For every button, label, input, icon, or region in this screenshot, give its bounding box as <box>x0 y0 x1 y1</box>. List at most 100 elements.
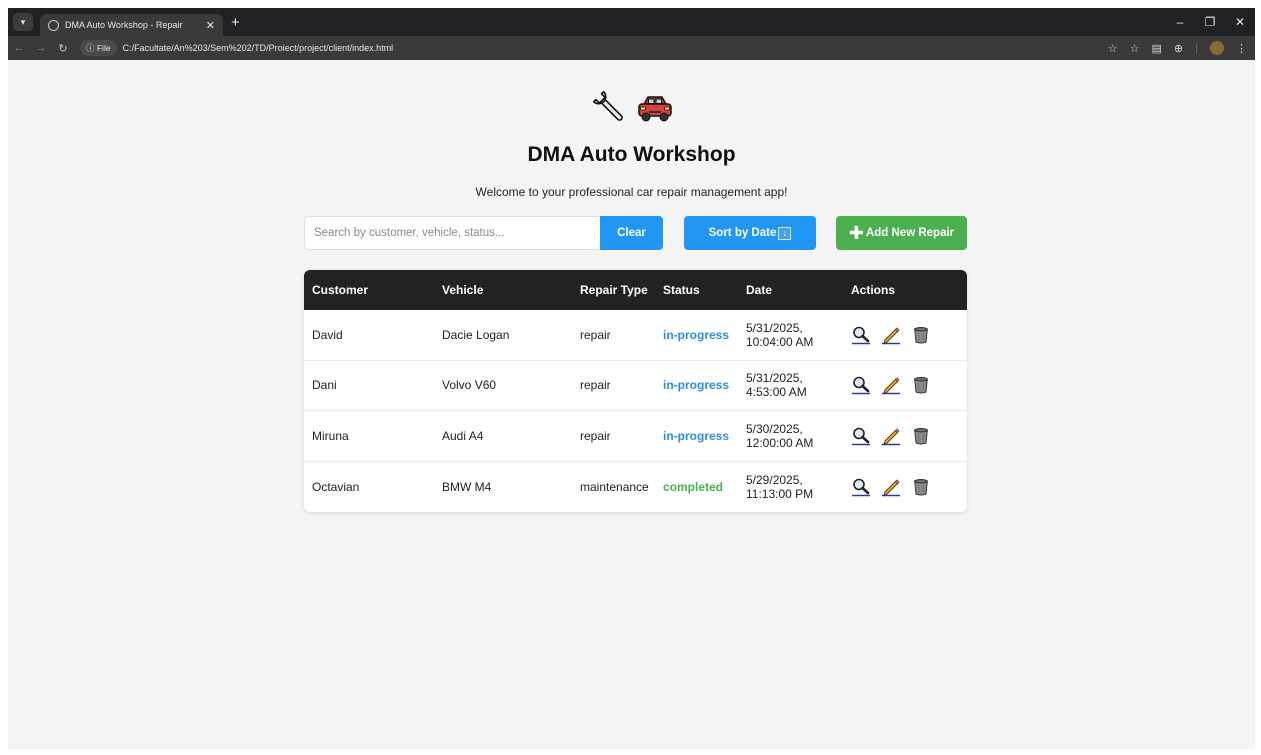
edit-pencil-icon[interactable] <box>881 477 901 497</box>
toolbar-separator: | <box>1195 42 1198 54</box>
menu-icon[interactable]: ⋮ <box>1236 42 1247 55</box>
hero-icons <box>8 88 1255 128</box>
toolbar: Clear Sort by Date ↓ ✚ Add New Repair <box>304 216 967 250</box>
edit-pencil-icon[interactable] <box>881 375 901 395</box>
add-label: Add New Repair <box>865 227 955 239</box>
time-text: 10:04:00 AM <box>746 334 814 349</box>
column-header-date: Date <box>746 283 773 297</box>
window-controls: – ❐ ✕ <box>1165 8 1255 36</box>
cell-status: in-progress <box>663 378 746 392</box>
cell-date: 5/31/2025, 10:04:00 AM <box>746 321 851 349</box>
favorites-icon[interactable]: ☆ <box>1130 42 1140 55</box>
time-text: 11:13:00 PM <box>746 486 814 501</box>
edit-pencil-icon[interactable] <box>881 325 901 345</box>
status-badge: completed <box>663 479 724 494</box>
page-content: DMA Auto Workshop Welcome to your profes… <box>8 60 1255 749</box>
table-row: Miruna Audi A4 repair in-progress 5/30/2… <box>304 411 967 462</box>
back-icon[interactable]: ← <box>8 42 30 54</box>
delete-trash-icon[interactable] <box>911 375 931 395</box>
tab-bar: ▾ DMA Auto Workshop - Repair ✕ + – ❐ ✕ <box>8 8 1255 36</box>
status-badge: in-progress <box>663 428 730 443</box>
tab-close-icon[interactable]: ✕ <box>206 19 215 32</box>
cell-repair-type: maintenance <box>580 479 649 494</box>
cell-vehicle: Audi A4 <box>442 428 484 443</box>
extensions-icon[interactable]: ⊕ <box>1174 42 1183 55</box>
view-magnifier-icon[interactable] <box>851 375 871 395</box>
column-header-vehicle: Vehicle <box>442 283 484 297</box>
delete-trash-icon[interactable] <box>911 426 931 446</box>
url-text[interactable]: C:/Facultate/An%203/Sem%202/TD/Proiect/p… <box>123 43 394 53</box>
date-text: 5/30/2025, <box>746 421 803 436</box>
sort-direction-icon: ↓ <box>778 226 792 240</box>
table-body: David Dacie Logan repair in-progress 5/3… <box>304 310 967 512</box>
page-subtitle: Welcome to your professional car repair … <box>475 185 788 199</box>
cell-date: 5/30/2025, 12:00:00 AM <box>746 422 851 450</box>
cell-actions <box>851 375 967 395</box>
table-row: David Dacie Logan repair in-progress 5/3… <box>304 310 967 361</box>
wrench-icon <box>592 90 623 121</box>
table-header: Customer Vehicle Repair Type Status Date… <box>304 270 967 310</box>
cell-repair-type: repair <box>580 378 611 393</box>
page-title: DMA Auto Workshop <box>527 143 736 166</box>
date-text: 5/31/2025, <box>746 371 803 386</box>
cell-status: in-progress <box>663 328 746 342</box>
edit-pencil-icon[interactable] <box>881 426 901 446</box>
column-header-status: Status <box>663 283 700 297</box>
globe-icon <box>48 19 59 31</box>
car-icon <box>637 96 672 122</box>
cell-customer: Miruna <box>312 428 349 443</box>
date-text: 5/31/2025, <box>746 320 803 335</box>
cell-customer: Dani <box>312 378 337 393</box>
cell-actions <box>851 325 967 345</box>
sort-by-date-button[interactable]: Sort by Date ↓ <box>684 216 816 250</box>
add-new-repair-button[interactable]: ✚ Add New Repair <box>836 216 967 250</box>
restore-icon[interactable]: ❐ <box>1195 15 1225 29</box>
date-text: 5/29/2025, <box>746 472 803 487</box>
tab-title: DMA Auto Workshop - Repair <box>65 20 183 30</box>
cell-vehicle: Volvo V60 <box>442 378 497 393</box>
reload-icon[interactable]: ↻ <box>52 42 74 55</box>
cell-actions <box>851 477 967 497</box>
sort-label: Sort by Date <box>708 227 777 239</box>
cell-customer: Octavian <box>312 479 360 494</box>
cell-date: 5/31/2025, 4:53:00 AM <box>746 371 851 399</box>
cell-actions <box>851 426 967 446</box>
close-window-icon[interactable]: ✕ <box>1225 15 1255 29</box>
minimize-icon[interactable]: – <box>1165 15 1195 29</box>
site-info-chip[interactable]: ⓘ File <box>80 40 117 56</box>
time-text: 4:53:00 AM <box>746 385 807 400</box>
new-tab-button[interactable]: + <box>231 14 240 31</box>
bookmark-star-icon[interactable]: ☆ <box>1108 42 1118 55</box>
view-magnifier-icon[interactable] <box>851 325 871 345</box>
view-magnifier-icon[interactable] <box>851 477 871 497</box>
browser-tab[interactable]: DMA Auto Workshop - Repair ✕ <box>40 14 223 36</box>
status-badge: in-progress <box>663 327 730 342</box>
url-field[interactable]: ⓘ File C:/Facultate/An%203/Sem%202/TD/Pr… <box>80 36 393 60</box>
column-header-actions: Actions <box>851 283 896 297</box>
toolbar-icons: ☆ ☆ ▤ ⊕ | ⋮ <box>1108 36 1247 60</box>
view-magnifier-icon[interactable] <box>851 426 871 446</box>
cell-vehicle: Dacie Logan <box>442 327 510 342</box>
browser-window: ▾ DMA Auto Workshop - Repair ✕ + – ❐ ✕ ←… <box>8 8 1255 749</box>
column-header-repair-type: Repair Type <box>580 283 648 297</box>
cell-status: in-progress <box>663 429 746 443</box>
profile-avatar[interactable] <box>1210 41 1224 55</box>
cell-date: 5/29/2025, 11:13:00 PM <box>746 473 851 501</box>
status-badge: in-progress <box>663 378 730 393</box>
delete-trash-icon[interactable] <box>911 325 931 345</box>
address-bar: ← → ↻ ⓘ File C:/Facultate/An%203/Sem%202… <box>8 36 1255 60</box>
cell-customer: David <box>312 327 343 342</box>
search-input[interactable] <box>304 216 600 250</box>
reading-icon[interactable]: ▤ <box>1152 42 1162 55</box>
cell-status: completed <box>663 480 746 494</box>
table-row: Dani Volvo V60 repair in-progress 5/31/2… <box>304 361 967 411</box>
tab-search-button[interactable]: ▾ <box>13 13 33 31</box>
cell-repair-type: repair <box>580 327 611 342</box>
clear-button[interactable]: Clear <box>600 216 663 250</box>
cell-repair-type: repair <box>580 428 611 443</box>
forward-icon[interactable]: → <box>30 42 52 54</box>
table-row: Octavian BMW M4 maintenance completed 5/… <box>304 462 967 513</box>
plus-icon: ✚ <box>848 223 864 243</box>
delete-trash-icon[interactable] <box>911 477 931 497</box>
column-header-customer: Customer <box>312 283 369 297</box>
